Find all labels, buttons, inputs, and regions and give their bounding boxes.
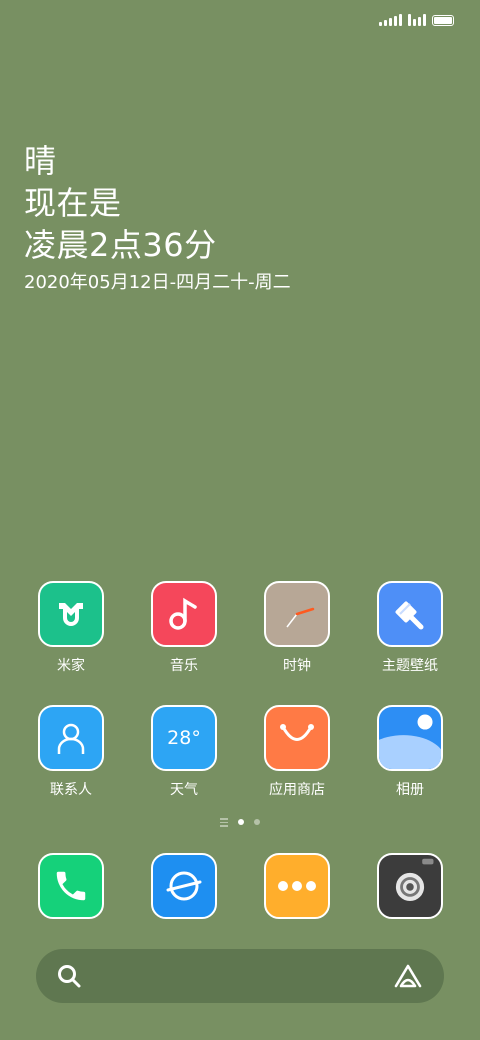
- dock-browser[interactable]: [129, 853, 239, 919]
- app-label: 音乐: [170, 658, 198, 674]
- signal-icon: [379, 14, 402, 26]
- status-bar: [379, 12, 454, 28]
- page-dot-current: [238, 819, 244, 826]
- time-prefix: 现在是: [24, 184, 122, 222]
- app-label: 天气: [170, 782, 198, 798]
- app-themes[interactable]: 主题壁纸: [355, 581, 465, 675]
- contact-icon: [38, 705, 104, 771]
- weather-temperature: 28°: [167, 727, 201, 749]
- weather-clock-widget[interactable]: 晴 现在是 凌晨2点36分 2020年05月12日-四月二十-周二: [24, 140, 291, 296]
- current-time: 凌晨2点36分: [24, 226, 217, 264]
- search-bar[interactable]: [36, 949, 444, 1003]
- shopping-bag-icon: [264, 705, 330, 771]
- brush-icon: [377, 581, 443, 647]
- app-label: 主题壁纸: [382, 658, 438, 674]
- weather-condition: 晴: [24, 142, 57, 180]
- page-indicator[interactable]: [0, 818, 480, 827]
- search-icon[interactable]: [56, 963, 82, 989]
- dock-phone[interactable]: [16, 853, 126, 919]
- app-label: 时钟: [283, 658, 311, 674]
- app-weather[interactable]: 28° 天气: [129, 705, 239, 799]
- app-music[interactable]: 音乐: [129, 581, 239, 675]
- current-date: 2020年05月12日-四月二十-周二: [24, 272, 291, 293]
- app-mi-home[interactable]: 米家: [16, 581, 126, 675]
- app-label: 联系人: [50, 782, 92, 798]
- browser-icon: [151, 853, 217, 919]
- clock-icon: [264, 581, 330, 647]
- music-icon: [151, 581, 217, 647]
- signal-icon-2: [408, 14, 426, 26]
- mi-home-icon: [38, 581, 104, 647]
- app-label: 米家: [57, 658, 85, 674]
- app-clock[interactable]: 时钟: [242, 581, 352, 675]
- page-dot: [254, 819, 260, 826]
- app-gallery[interactable]: 相册: [355, 705, 465, 799]
- app-label: 应用商店: [269, 782, 325, 798]
- gallery-icon: [377, 705, 443, 771]
- dock-camera[interactable]: [355, 853, 465, 919]
- app-label: 相册: [396, 782, 424, 798]
- app-store[interactable]: 应用商店: [242, 705, 352, 799]
- dock-messages[interactable]: [242, 853, 352, 919]
- app-contacts[interactable]: 联系人: [16, 705, 126, 799]
- assistant-icon[interactable]: [392, 962, 424, 990]
- weather-icon: 28°: [151, 705, 217, 771]
- messages-icon: [264, 853, 330, 919]
- battery-icon: [432, 14, 454, 26]
- phone-icon: [38, 853, 104, 919]
- camera-icon: [377, 853, 443, 919]
- page-indicator-menu: [220, 818, 228, 827]
